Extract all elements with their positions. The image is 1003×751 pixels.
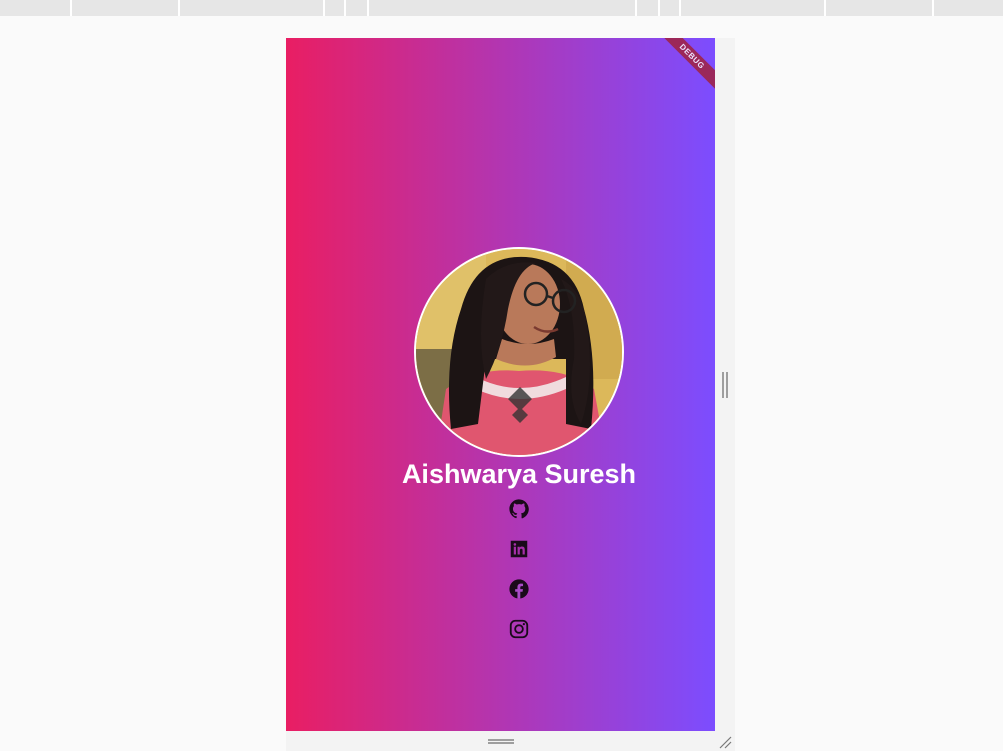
toolbar-segment[interactable] <box>681 0 826 16</box>
toolbar-segment[interactable] <box>826 0 934 16</box>
toolbar-segment[interactable] <box>637 0 660 16</box>
github-icon[interactable] <box>508 498 530 520</box>
instagram-icon[interactable] <box>508 618 530 640</box>
toolbar-segment[interactable] <box>0 0 72 16</box>
toolbar-segment[interactable] <box>72 0 180 16</box>
resize-handle-right[interactable] <box>722 372 728 398</box>
resize-corner-icon[interactable] <box>718 735 732 749</box>
toolbar-segment[interactable] <box>325 0 346 16</box>
avatar-photo <box>416 249 622 455</box>
toolbar-segment[interactable] <box>180 0 325 16</box>
profile-name: Aishwarya Suresh <box>401 459 637 489</box>
facebook-icon[interactable] <box>508 578 530 600</box>
linkedin-icon[interactable] <box>508 538 530 560</box>
toolbar-segment[interactable] <box>660 0 681 16</box>
toolbar-segment[interactable] <box>346 0 369 16</box>
toolbar-segment[interactable] <box>934 0 1003 16</box>
devtools-toolbar <box>0 0 1003 16</box>
resize-handle-bottom[interactable] <box>488 739 514 744</box>
toolbar-segment[interactable] <box>369 0 637 16</box>
app-screen: DEBUG Aishwarya Suresh <box>286 38 715 731</box>
debug-banner: DEBUG <box>655 38 715 93</box>
avatar <box>414 247 624 457</box>
